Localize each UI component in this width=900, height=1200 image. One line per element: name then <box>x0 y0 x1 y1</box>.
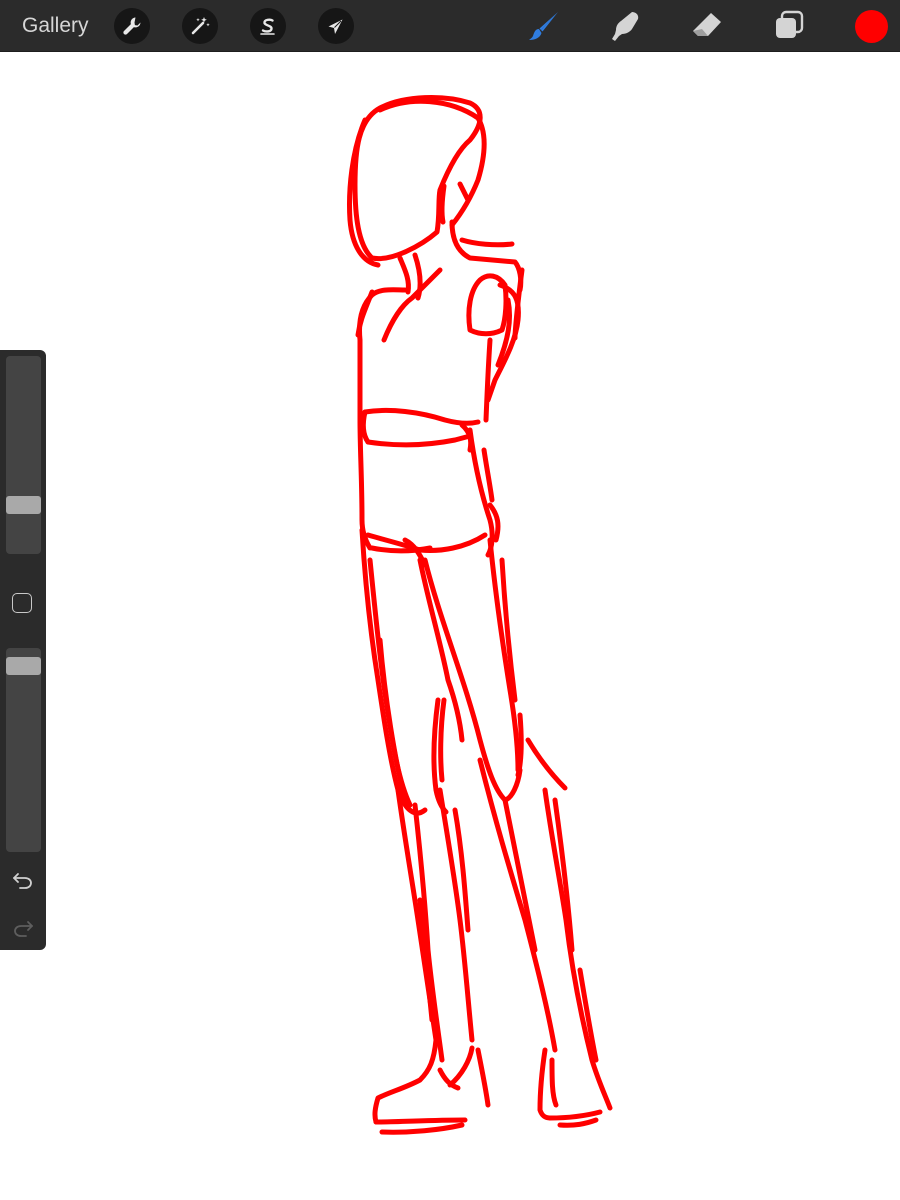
sketch-stroke <box>525 737 568 791</box>
transform-button[interactable] <box>318 8 354 44</box>
actions-button[interactable] <box>114 8 150 44</box>
selection-button[interactable] <box>250 8 286 44</box>
sketch-stroke <box>459 237 515 248</box>
layers-button[interactable] <box>771 8 807 44</box>
eraser-icon <box>693 13 721 36</box>
sketch-stroke <box>372 1037 439 1125</box>
sketch-stroke <box>360 409 371 445</box>
wrench-icon <box>123 17 141 35</box>
figure-sketch <box>347 95 613 1135</box>
magic-wand-icon <box>191 17 210 35</box>
sketch-stroke <box>537 1047 553 1121</box>
sketch-stroke <box>447 1045 475 1088</box>
sketch-stroke <box>483 337 493 423</box>
modify-button[interactable] <box>12 593 32 613</box>
smudge-finger-icon <box>612 12 639 41</box>
sketch-stroke <box>457 181 471 203</box>
sketch-stroke <box>542 787 613 1111</box>
sketch-stroke <box>397 255 411 295</box>
sketch-stroke <box>477 757 558 1053</box>
sketch-stroke <box>449 219 524 293</box>
sketch-stroke <box>381 267 443 343</box>
brush-icon <box>529 12 558 40</box>
sketch-stroke <box>379 1122 465 1135</box>
procreate-app: Gallery <box>0 0 900 1200</box>
sketch-stroke <box>377 98 487 228</box>
undo-button[interactable] <box>10 868 36 892</box>
sketch-stroke <box>438 697 447 783</box>
drawing-canvas[interactable] <box>0 52 900 1200</box>
sketch-stroke <box>475 1047 491 1108</box>
sketch-stroke <box>547 1109 603 1121</box>
sketch-stroke <box>439 183 447 225</box>
smudge-tool-button[interactable] <box>607 8 643 44</box>
opacity-slider[interactable] <box>6 648 41 852</box>
layers-icon <box>776 10 804 38</box>
sketch-stroke <box>549 1057 559 1108</box>
brush-size-thumb[interactable] <box>6 496 41 514</box>
redo-icon <box>14 921 33 937</box>
brush-size-slider[interactable] <box>6 356 41 554</box>
sketch-stroke <box>557 1117 599 1128</box>
arrow-cursor-icon <box>328 19 343 34</box>
brush-tool-button[interactable] <box>526 8 562 44</box>
gallery-button[interactable]: Gallery <box>22 12 89 40</box>
sketch-stroke <box>369 545 433 554</box>
eraser-tool-button[interactable] <box>689 8 725 44</box>
sketch-stroke <box>365 433 473 448</box>
redo-button[interactable] <box>10 916 36 940</box>
sketch-stroke <box>362 407 481 426</box>
selection-s-icon <box>260 18 275 35</box>
sketch-stroke <box>373 1117 468 1125</box>
top-toolbar: Gallery <box>0 0 900 52</box>
color-picker-button[interactable] <box>855 10 888 43</box>
sketch-stroke <box>352 95 483 262</box>
left-sidebar <box>0 350 46 950</box>
sketch-stroke <box>481 447 495 503</box>
opacity-thumb[interactable] <box>6 657 41 675</box>
adjustments-button[interactable] <box>182 8 218 44</box>
undo-icon <box>13 873 32 889</box>
